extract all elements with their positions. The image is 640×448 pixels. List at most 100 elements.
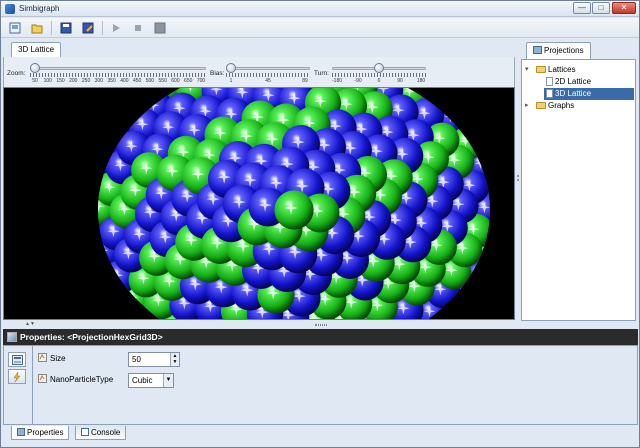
zoom-tick-label: 100	[43, 78, 52, 84]
open-button[interactable]	[30, 21, 44, 35]
view-controls: Zoom: 50 100 150 200 250 300 350 400 450 500 550 60…	[3, 57, 515, 87]
side-divider	[32, 346, 33, 424]
lattice-3d-render	[82, 88, 490, 319]
title-bar[interactable]: Simbigraph — □ ✕	[1, 1, 639, 17]
zoom-slider-thumb[interactable]	[30, 63, 40, 73]
sphere-cluster	[82, 88, 490, 319]
turn-tick-label: 180	[416, 78, 426, 84]
bias-slider-thumb[interactable]	[226, 63, 236, 73]
bias-slider-ticks	[226, 73, 310, 77]
zoom-tick-label: 300	[94, 78, 104, 84]
zoom-slider-ticks	[30, 73, 206, 77]
folder-open-icon	[536, 66, 546, 74]
close-button[interactable]: ✕	[612, 2, 636, 14]
events-view-button[interactable]	[8, 369, 26, 384]
collapse-arrows-icon[interactable]: ▲▼	[25, 321, 35, 327]
file-icon	[546, 77, 553, 87]
categorized-icon	[11, 354, 23, 365]
bias-slider-track	[226, 67, 310, 70]
editor-tab-bar: 3D Lattice	[3, 40, 513, 57]
app-logo-icon	[5, 4, 15, 14]
turn-slider[interactable]: -180 -90 0 90 180	[332, 63, 426, 84]
bias-slider[interactable]: 1 45 89	[226, 63, 310, 84]
zoom-slider-track	[30, 67, 206, 70]
zoom-tick-label: 350	[107, 78, 116, 84]
tree-item-3d-lattice[interactable]: 3D Lattice	[544, 88, 634, 100]
save-button[interactable]	[59, 21, 73, 35]
splitter-grip	[517, 175, 519, 177]
zoom-tick-label: 550	[158, 78, 167, 84]
play-button[interactable]	[109, 21, 123, 35]
stop-button[interactable]	[131, 21, 145, 35]
window-title: Simbigraph	[19, 4, 60, 13]
zoom-tick-label: 700	[196, 78, 206, 84]
chevron-down-icon[interactable]: ▼	[163, 374, 173, 387]
sphere-highlight	[482, 245, 490, 258]
spinner-down-icon[interactable]: ▼	[171, 359, 179, 365]
lattice-3d-viewport[interactable]	[3, 87, 515, 320]
new-icon	[9, 22, 21, 34]
zoom-tick-label: 450	[132, 78, 142, 84]
tab-3d-lattice[interactable]: 3D Lattice	[11, 42, 62, 57]
sphere-highlight	[82, 223, 94, 235]
new-button[interactable]	[8, 21, 22, 35]
expand-down-icon[interactable]: ▾	[525, 64, 529, 76]
zoom-tick-label: 150	[56, 78, 65, 84]
tree-item-graphs[interactable]: ▸ Graphs	[524, 100, 574, 112]
record-icon	[154, 22, 166, 34]
properties-panel: Size 50 ▲ ▼ NanoParticleType Cubic ▼	[3, 345, 638, 425]
green-sphere	[274, 190, 314, 230]
zoom-tick-label: 50	[32, 78, 38, 84]
splitter-grip	[315, 324, 327, 326]
size-value[interactable]: 50	[132, 353, 141, 366]
horizontal-splitter[interactable]: ▲▼	[3, 321, 638, 329]
tree-item-label: 3D Lattice	[555, 89, 592, 98]
sphere-highlight	[460, 286, 473, 299]
tree-item-label: 2D Lattice	[555, 77, 592, 86]
expand-right-icon[interactable]: ▸	[525, 100, 529, 112]
nanoparticle-type-value: Cubic	[132, 376, 153, 385]
play-icon	[113, 24, 120, 32]
zoom-tick-label: 600	[171, 78, 180, 84]
property-size: Size	[38, 351, 66, 367]
zoom-tick-label: 250	[81, 78, 91, 84]
property-name: NanoParticleType	[50, 375, 114, 384]
turn-tick-label: 90	[397, 78, 403, 84]
tab-properties[interactable]: Properties	[11, 426, 70, 440]
turn-label: Turn:	[314, 70, 329, 77]
spinner-arrows[interactable]: ▲ ▼	[170, 353, 179, 366]
nanoparticle-type-select[interactable]: Cubic ▼	[128, 373, 174, 388]
save-as-icon	[82, 22, 94, 34]
sphere-highlight	[158, 88, 171, 90]
minimize-button[interactable]: —	[573, 2, 591, 14]
splitter-grip	[517, 179, 519, 181]
tab-console[interactable]: Console	[75, 426, 127, 440]
property-name: Size	[50, 354, 66, 363]
stop-icon	[135, 25, 141, 31]
open-icon	[31, 24, 43, 34]
size-spinner[interactable]: 50 ▲ ▼	[128, 352, 180, 367]
zoom-tick-label: 400	[120, 78, 129, 84]
tree-item-2d-lattice[interactable]: 2D Lattice	[544, 76, 591, 88]
sphere-highlight	[110, 115, 123, 128]
console-icon	[81, 428, 89, 436]
sphere-highlight	[489, 182, 490, 195]
bottom-tab-bar: Properties Console	[3, 426, 638, 446]
turn-slider-thumb[interactable]	[374, 63, 384, 73]
file-icon	[546, 89, 553, 99]
tab-properties-label: Properties	[27, 428, 64, 437]
save-icon	[60, 22, 72, 34]
bias-tick-label: 1	[229, 78, 233, 84]
record-button[interactable]	[153, 21, 167, 35]
bias-label: Bias:	[210, 70, 225, 77]
main-toolbar	[1, 18, 639, 38]
maximize-button[interactable]: □	[592, 2, 610, 14]
tree-item-lattices[interactable]: ▾ Lattices	[524, 64, 576, 76]
zoom-tick-label: 500	[145, 78, 155, 84]
categorized-view-button[interactable]	[8, 352, 26, 367]
turn-tick-label: 0	[377, 78, 381, 84]
save-as-button[interactable]	[81, 21, 95, 35]
tab-projections[interactable]: Projections	[526, 42, 591, 59]
zoom-slider[interactable]: 50 100 150 200 250 300 350 400 450 500 550 600 650 70…	[30, 63, 206, 84]
tab-console-label: Console	[91, 428, 121, 437]
